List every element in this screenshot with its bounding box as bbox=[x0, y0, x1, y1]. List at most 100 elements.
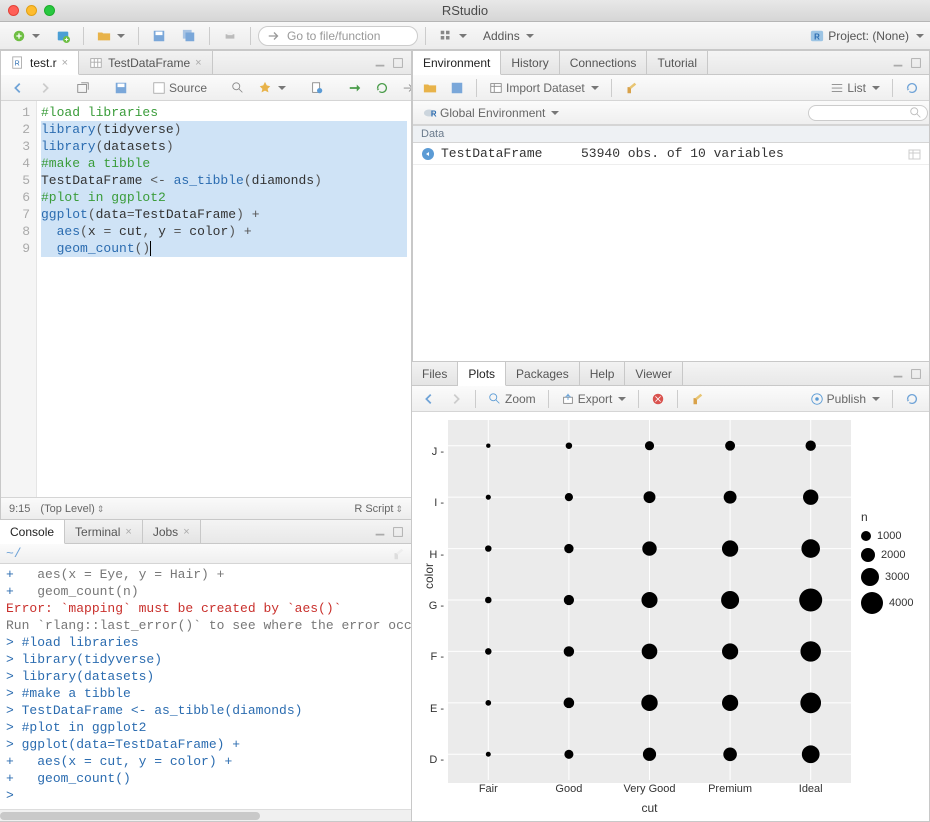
line-gutter: 123456789 bbox=[1, 101, 37, 497]
project-menu[interactable]: R Project: (None) bbox=[810, 29, 924, 43]
refresh-plot-button[interactable] bbox=[901, 391, 923, 407]
new-file-button[interactable] bbox=[6, 26, 46, 46]
save-workspace-button[interactable] bbox=[446, 80, 468, 96]
window-title: RStudio bbox=[8, 3, 922, 18]
find-button[interactable] bbox=[227, 80, 249, 96]
code-tools-button[interactable] bbox=[254, 80, 290, 96]
env-tab-tutorial[interactable]: Tutorial bbox=[647, 51, 708, 74]
plot-prev-button[interactable] bbox=[418, 391, 440, 407]
refresh-button[interactable] bbox=[901, 80, 923, 96]
y-tick-labels: D -E -F -G -H -I -J - bbox=[418, 420, 448, 780]
environment-pane: EnvironmentHistoryConnectionsTutorial Im… bbox=[412, 50, 930, 362]
minimize-pane-icon[interactable] bbox=[373, 56, 387, 70]
tools-grid-button[interactable] bbox=[433, 26, 473, 46]
console-hscrollbar[interactable] bbox=[0, 809, 411, 821]
y-axis-label: color bbox=[422, 562, 436, 588]
run-button[interactable] bbox=[344, 80, 366, 96]
r-file-icon: R bbox=[11, 56, 25, 70]
env-row[interactable]: TestDataFrame53940 obs. of 10 variables bbox=[413, 143, 929, 165]
plots-tab-files[interactable]: Files bbox=[412, 362, 458, 385]
clear-workspace-button[interactable] bbox=[620, 80, 642, 96]
minimize-pane-icon[interactable] bbox=[373, 525, 387, 539]
view-mode-button[interactable]: List bbox=[826, 80, 884, 96]
table-icon bbox=[89, 56, 103, 70]
close-icon[interactable]: × bbox=[62, 57, 68, 69]
maximize-pane-icon[interactable] bbox=[391, 525, 405, 539]
language-selector[interactable]: R Script bbox=[354, 503, 403, 515]
source-tab-dataframe[interactable]: TestDataFrame × bbox=[79, 51, 212, 74]
zoom-button[interactable]: Zoom bbox=[484, 391, 540, 407]
plots-tab-viewer[interactable]: Viewer bbox=[625, 362, 682, 385]
plots-tabbar: FilesPlotsPackagesHelpViewer bbox=[412, 362, 929, 386]
x-tick-labels: FairGoodVery GoodPremiumIdeal bbox=[448, 783, 851, 801]
new-project-button[interactable] bbox=[50, 26, 76, 46]
publish-button[interactable]: Publish bbox=[806, 391, 884, 407]
console-tabbar: ConsoleTerminal×Jobs× bbox=[0, 520, 411, 544]
console-tab-jobs[interactable]: Jobs× bbox=[143, 520, 201, 543]
close-icon[interactable]: × bbox=[183, 526, 189, 538]
addins-menu[interactable]: Addins bbox=[477, 26, 540, 46]
close-icon[interactable]: × bbox=[125, 526, 131, 538]
save-file-button[interactable] bbox=[110, 80, 132, 96]
export-button[interactable]: Export bbox=[557, 391, 631, 407]
plots-tab-plots[interactable]: Plots bbox=[458, 362, 506, 386]
forward-button[interactable] bbox=[34, 80, 56, 96]
clear-console-icon[interactable] bbox=[391, 547, 405, 561]
svg-text:R: R bbox=[814, 32, 820, 41]
plots-toolbar: Zoom Export Publish bbox=[412, 386, 929, 412]
plot-legend: n 1000200030004000 bbox=[851, 420, 923, 819]
r-project-icon: R bbox=[810, 29, 824, 43]
clear-plots-button[interactable] bbox=[686, 391, 708, 407]
svg-text:R: R bbox=[431, 109, 437, 118]
minimize-pane-icon[interactable] bbox=[891, 56, 905, 70]
close-window-icon[interactable] bbox=[8, 5, 19, 16]
plots-tab-help[interactable]: Help bbox=[580, 362, 626, 385]
show-in-new-window-button[interactable] bbox=[72, 80, 94, 96]
minimize-window-icon[interactable] bbox=[26, 5, 37, 16]
back-button[interactable] bbox=[7, 80, 29, 96]
view-table-icon[interactable] bbox=[907, 147, 921, 161]
env-tabbar: EnvironmentHistoryConnectionsTutorial bbox=[413, 51, 929, 75]
minimize-pane-icon[interactable] bbox=[891, 367, 905, 381]
code-editor[interactable]: 123456789 #load librarieslibrary(tidyver… bbox=[1, 101, 411, 497]
compile-report-button[interactable] bbox=[306, 80, 328, 96]
save-button[interactable] bbox=[146, 26, 172, 46]
console-tab-terminal[interactable]: Terminal× bbox=[65, 520, 143, 543]
goto-file-function[interactable]: Go to file/function bbox=[258, 26, 418, 46]
env-tab-connections[interactable]: Connections bbox=[560, 51, 648, 74]
go-to-section-button[interactable] bbox=[398, 80, 412, 96]
load-workspace-button[interactable] bbox=[419, 80, 441, 96]
env-toolbar: Import Dataset List bbox=[413, 75, 929, 101]
source-statusbar: 9:15 (Top Level) R Script bbox=[1, 497, 411, 519]
maximize-pane-icon[interactable] bbox=[909, 56, 923, 70]
r-logo-icon: R bbox=[423, 106, 437, 120]
source-toolbar: Source bbox=[1, 75, 411, 101]
console-path-bar: ~/ bbox=[0, 544, 411, 564]
source-tabbar: R test.r × TestDataFrame × bbox=[1, 51, 411, 75]
remove-plot-button[interactable] bbox=[647, 391, 669, 407]
source-on-save-checkbox[interactable]: Source bbox=[148, 80, 211, 96]
x-axis-label: cut bbox=[448, 801, 851, 819]
print-button[interactable] bbox=[217, 26, 243, 46]
open-file-button[interactable] bbox=[91, 26, 131, 46]
console-tab-console[interactable]: Console bbox=[0, 520, 65, 544]
maximize-pane-icon[interactable] bbox=[391, 56, 405, 70]
close-icon[interactable]: × bbox=[195, 57, 201, 69]
scope-selector[interactable]: (Top Level) bbox=[40, 503, 104, 515]
zoom-window-icon[interactable] bbox=[44, 5, 55, 16]
plot-next-button[interactable] bbox=[445, 391, 467, 407]
env-tab-environment[interactable]: Environment bbox=[413, 51, 501, 75]
console-output[interactable]: + aes(x = Eye, y = Hair) ++ geom_count(n… bbox=[0, 564, 411, 809]
import-dataset-button[interactable]: Import Dataset bbox=[485, 80, 603, 96]
expand-icon[interactable] bbox=[421, 147, 435, 161]
env-section-data: Data bbox=[413, 125, 929, 143]
env-tab-history[interactable]: History bbox=[501, 51, 559, 74]
maximize-pane-icon[interactable] bbox=[909, 367, 923, 381]
console-working-dir: ~/ bbox=[6, 546, 22, 561]
save-all-button[interactable] bbox=[176, 26, 202, 46]
plots-tab-packages[interactable]: Packages bbox=[506, 362, 580, 385]
rerun-button[interactable] bbox=[371, 80, 393, 96]
source-tab-testr[interactable]: R test.r × bbox=[1, 51, 79, 75]
scope-selector[interactable]: RGlobal Environment bbox=[419, 105, 563, 121]
plot-panel: color bbox=[448, 420, 851, 783]
